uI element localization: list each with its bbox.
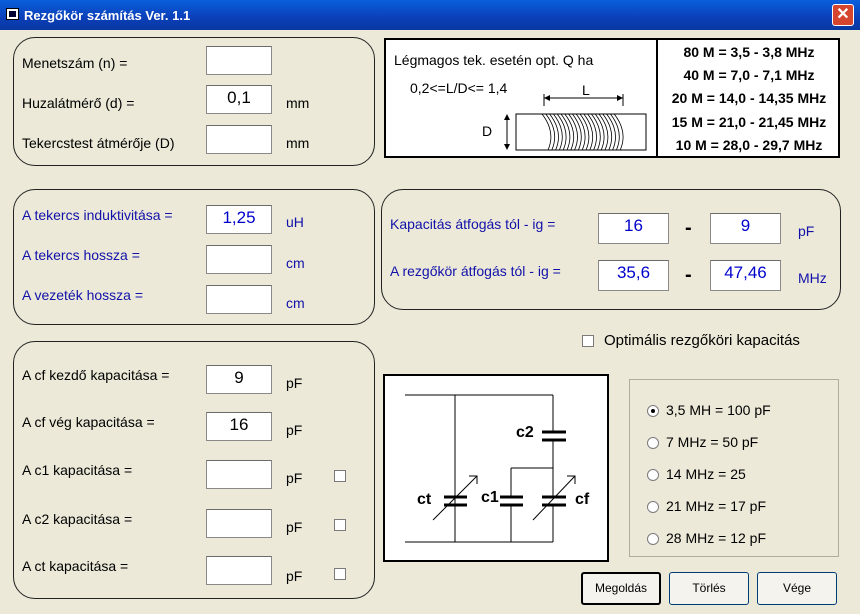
radio-15m-label: 21 MHz = 17 pF [666, 498, 766, 514]
band-item: 10 M = 28,0 - 29,7 MHz [675, 137, 823, 153]
coil-diagram [504, 94, 647, 151]
app-icon [6, 8, 19, 20]
info-box: Légmagos tek. esetén opt. Q ha 0,2<=L/D<… [384, 38, 840, 158]
ct-input[interactable] [206, 556, 272, 585]
wire-length-unit: cm [286, 295, 305, 311]
cf-end-input[interactable]: 16 [206, 412, 272, 441]
exit-button[interactable]: Vége [757, 572, 837, 605]
cf-end-label: A cf vég kapacitása = [22, 414, 155, 430]
c2-label: A c2 kapacitása = [22, 511, 133, 527]
ct-label: A ct kapacitása = [22, 558, 129, 574]
close-button[interactable]: ✕ [832, 4, 854, 26]
wire-diameter-input[interactable]: 0,1 [206, 85, 272, 114]
clear-button[interactable]: Törlés [669, 572, 749, 605]
solve-button[interactable]: Megoldás [581, 572, 661, 605]
cf-start-input[interactable]: 9 [206, 365, 272, 394]
capacitance-unit: pF [798, 223, 815, 239]
range-dash: - [685, 217, 692, 239]
c2-unit: pF [286, 519, 303, 535]
coil-diameter-input[interactable] [206, 125, 272, 154]
radio-10m-label: 28 MHz = 12 pF [666, 530, 766, 546]
optimal-capacitance-checkbox[interactable] [582, 335, 594, 347]
cf-end-unit: pF [286, 422, 303, 438]
frequency-to-input[interactable]: 47,46 [710, 260, 781, 291]
geometry-panel: Menetszám (n) = Huzalátmérő (d) = 0,1 mm… [13, 37, 375, 166]
coil-length-label: A tekercs hossza = [22, 247, 140, 263]
inductance-unit: uH [286, 214, 304, 230]
c1-unit: pF [286, 470, 303, 486]
cf-start-unit: pF [286, 375, 303, 391]
frequency-from-input[interactable]: 35,6 [598, 260, 669, 291]
band-item: 40 M = 7,0 - 7,1 MHz [683, 67, 815, 83]
radio-80m-label: 3,5 MH = 100 pF [666, 402, 771, 418]
turns-label: Menetszám (n) = [22, 55, 128, 71]
cf-circuit-label: cf [575, 491, 590, 508]
band-item: 80 M = 3,5 - 3,8 MHz [683, 44, 815, 60]
radio-40m-label: 7 MHz = 50 pF [666, 434, 759, 450]
c2-checkbox[interactable] [334, 519, 346, 531]
band-list: 80 M = 3,5 - 3,8 MHz 40 M = 7,0 - 7,1 MH… [656, 38, 840, 158]
capacitance-range-label: Kapacitás átfogás tól - ig = [390, 216, 556, 232]
radio-20m-label: 14 MHz = 25 [666, 466, 746, 482]
ct-checkbox[interactable] [334, 568, 346, 580]
capacitance-to-input[interactable]: 9 [710, 213, 781, 244]
range-panel: Kapacitás átfogás tól - ig = 16 - 9 pF A… [381, 189, 841, 310]
inductance-input[interactable]: 1,25 [206, 205, 272, 234]
radio-40m[interactable] [647, 437, 659, 449]
client-area: Menetszám (n) = Huzalátmérő (d) = 0,1 mm… [3, 30, 857, 611]
radio-20m[interactable] [647, 469, 659, 481]
band-item: 20 M = 14,0 - 14,35 MHz [671, 90, 827, 106]
info-line-1: Légmagos tek. esetén opt. Q ha [394, 52, 594, 68]
wire-diameter-unit: mm [286, 95, 310, 111]
turns-input[interactable] [206, 46, 272, 75]
cf-start-label: A cf kezdő kapacitása = [22, 367, 170, 383]
coil-diameter-label: Tekercstest átmérője (D) [22, 135, 175, 151]
optimal-capacitance-label: Optimális rezgőköri kapacitás [604, 332, 800, 349]
coil-length-input[interactable] [206, 245, 272, 274]
radio-15m[interactable] [647, 501, 659, 513]
ct-circuit-label: ct [417, 491, 432, 508]
c1-label: A c1 kapacitása = [22, 462, 133, 478]
circuit-diagram: ct c1 c2 cf [383, 374, 609, 562]
diameter-label: D [482, 123, 493, 139]
band-radio-group: 3,5 MH = 100 pF 7 MHz = 50 pF 14 MHz = 2… [629, 379, 839, 557]
capacitor-panel: A cf kezdő kapacitása = 9 pF A cf vég ka… [13, 341, 375, 599]
frequency-range-label: A rezgőkör átfogás tól - ig = [390, 263, 561, 279]
c2-input[interactable] [206, 509, 272, 538]
circuit-schematic [405, 394, 576, 543]
c2-circuit-label: c2 [516, 424, 534, 441]
radio-10m[interactable] [647, 533, 659, 545]
title-bar: Rezgőkör számítás Ver. 1.1 ✕ [0, 0, 860, 30]
coil-diameter-unit: mm [286, 135, 310, 151]
coil-length-unit: cm [286, 255, 305, 271]
inductance-label: A tekercs induktivitása = [22, 207, 173, 223]
c1-input[interactable] [206, 460, 272, 489]
wire-diameter-label: Huzalátmérő (d) = [22, 95, 135, 111]
window-title: Rezgőkör számítás Ver. 1.1 [24, 8, 191, 23]
wire-length-input[interactable] [206, 285, 272, 314]
length-label: L [582, 82, 590, 98]
c1-circuit-label: c1 [481, 489, 499, 506]
inductance-panel: A tekercs induktivitása = 1,25 uH A teke… [13, 189, 375, 325]
capacitance-from-input[interactable]: 16 [598, 213, 669, 244]
ct-unit: pF [286, 568, 303, 584]
radio-80m[interactable] [647, 405, 659, 417]
wire-length-label: A vezeték hossza = [22, 287, 144, 303]
band-item: 15 M = 21,0 - 21,45 MHz [671, 114, 827, 130]
range-dash: - [685, 264, 692, 286]
c1-checkbox[interactable] [334, 470, 346, 482]
frequency-unit: MHz [798, 270, 827, 286]
